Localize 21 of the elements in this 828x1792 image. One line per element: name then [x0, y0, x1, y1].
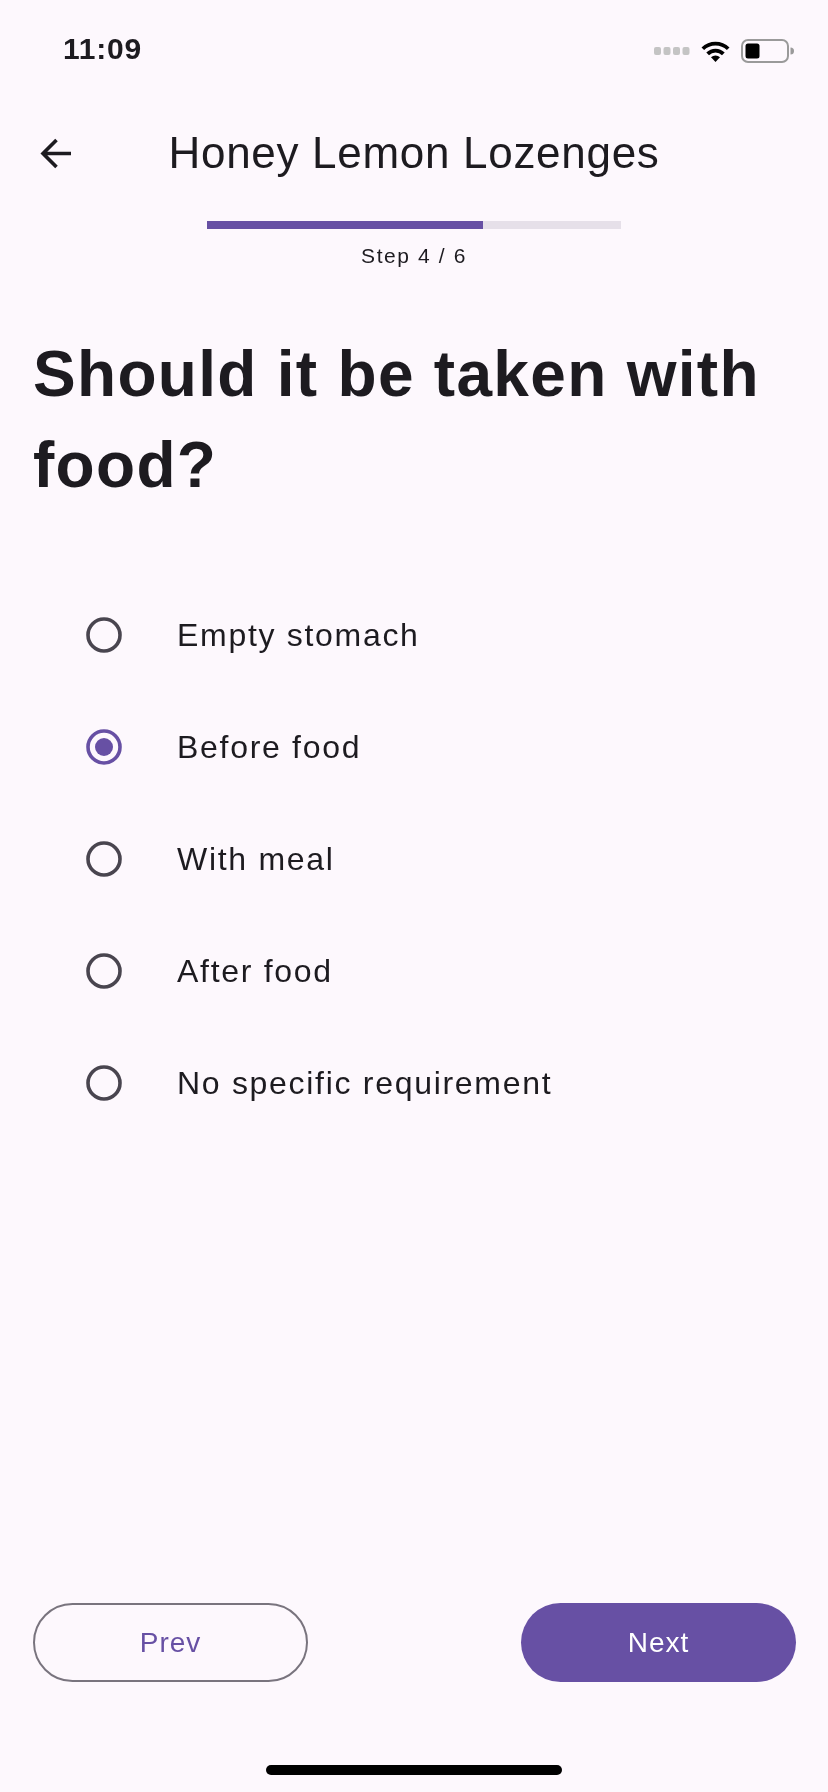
radio-option[interactable]: Before food — [0, 691, 828, 803]
radio-option[interactable]: With meal — [0, 803, 828, 915]
back-arrow-icon — [40, 137, 73, 169]
screen-title: Honey Lemon Lozenges — [168, 128, 660, 178]
option-label: With meal — [177, 840, 335, 878]
option-label: No specific requirement — [177, 1064, 553, 1102]
question-heading: Should it be taken with food? — [33, 337, 761, 503]
option-label: After food — [177, 952, 333, 990]
step-label: Step 4 / 6 — [361, 243, 467, 269]
wifi-icon — [700, 40, 731, 62]
next-button[interactable]: Next — [521, 1603, 796, 1682]
battery-icon — [741, 39, 794, 63]
radio-option[interactable]: After food — [0, 915, 828, 1027]
back-button[interactable] — [40, 137, 73, 169]
signal-icon — [654, 47, 690, 55]
prev-button[interactable]: Prev — [33, 1603, 308, 1682]
radio-option[interactable]: No specific requirement — [0, 1027, 828, 1139]
radio-option[interactable]: Empty stomach — [0, 579, 828, 691]
option-label: Before food — [177, 728, 362, 766]
option-label: Empty stomach — [177, 616, 420, 654]
status-time: 11:09 — [63, 32, 143, 66]
